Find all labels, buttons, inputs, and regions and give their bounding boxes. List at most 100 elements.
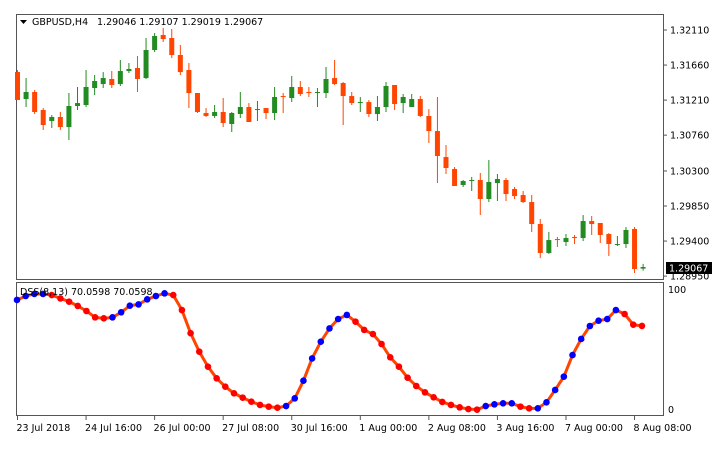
- dss-point: [439, 398, 446, 406]
- candle-body: [597, 222, 603, 235]
- dss-point: [404, 374, 411, 382]
- candle-body: [160, 34, 166, 40]
- candle-body: [572, 237, 578, 239]
- dss-point: [117, 309, 125, 316]
- trading-chart: 1.32110 1.31660 1.31210 1.30760 1.30300 1.298…: [13, 14, 712, 434]
- dss-point: [534, 405, 542, 412]
- candle-body: [417, 99, 423, 116]
- candle-body: [229, 113, 235, 125]
- candle-body: [280, 96, 286, 98]
- dss-point: [135, 301, 142, 308]
- candle-body: [486, 182, 492, 200]
- candle-body: [15, 72, 20, 101]
- time-tick-label: 2 Aug 08:00: [428, 423, 486, 434]
- candle-body: [186, 70, 192, 94]
- candle-body: [623, 230, 629, 245]
- dss-point: [213, 375, 220, 382]
- dss-point: [300, 377, 307, 385]
- dss-point: [465, 405, 472, 413]
- candle: [15, 70, 20, 101]
- time-tick-label: 23 Jul 2018: [17, 423, 71, 434]
- candle-body: [357, 102, 363, 104]
- current-price-label: 1.29067: [669, 264, 708, 275]
- candle-body: [563, 238, 569, 242]
- indicator-panel: [16, 282, 664, 416]
- candle-body: [383, 85, 389, 108]
- chart-header: GBPUSD,H4 1.29046 1.29107 1.29019 1.2906…: [20, 17, 263, 28]
- candle-body: [349, 96, 355, 104]
- current-price-marker: 1.29067: [666, 262, 712, 275]
- dss-point: [395, 363, 403, 370]
- dss-point: [586, 322, 594, 330]
- dss-point: [430, 393, 437, 401]
- dss-tick-label: 100: [668, 285, 686, 296]
- dss-point: [178, 306, 186, 314]
- time-tick-label: 3 Aug 16:00: [496, 423, 554, 434]
- candle-body: [340, 83, 346, 97]
- dss-point: [491, 401, 498, 408]
- candle-body: [23, 91, 29, 100]
- dss-point: [109, 314, 116, 321]
- candle-body: [452, 169, 458, 186]
- dss-point: [352, 318, 359, 325]
- dss-point: [577, 335, 585, 343]
- candle-body: [220, 112, 226, 123]
- dss-point: [456, 404, 463, 411]
- dss-point: [291, 395, 299, 402]
- dss-point: [265, 403, 273, 410]
- candle-body: [194, 93, 200, 113]
- dss-point: [517, 403, 524, 410]
- candle-body: [203, 113, 209, 116]
- candle: [417, 96, 423, 117]
- dss-point: [360, 326, 368, 334]
- candle-body: [237, 107, 243, 115]
- candle-body: [40, 109, 46, 126]
- candle-body: [392, 84, 398, 104]
- candle-body: [332, 78, 338, 85]
- dss-point: [543, 399, 550, 406]
- candle-body: [49, 116, 55, 122]
- candle-body: [117, 71, 123, 85]
- dss-point: [248, 398, 255, 406]
- candle-body: [640, 266, 646, 269]
- candle-body: [272, 96, 278, 114]
- time-tick-label: 1 Aug 00:00: [359, 423, 417, 434]
- symbol-label: GBPUSD,H4: [32, 17, 88, 28]
- dss-point: [65, 298, 73, 305]
- candle-body: [289, 87, 295, 98]
- candle-body: [246, 107, 252, 122]
- dss-point: [621, 310, 628, 318]
- candle: [452, 167, 458, 186]
- dss-point: [447, 401, 455, 409]
- candle-body: [263, 108, 269, 114]
- candle-body: [529, 202, 535, 225]
- candle-body: [400, 96, 406, 104]
- dss-title: DSS(8,13) 70.0598 70.0598: [20, 287, 153, 298]
- dss-point: [187, 329, 194, 337]
- candle-body: [314, 91, 320, 94]
- dss-point: [230, 390, 238, 397]
- dss-point: [74, 302, 82, 310]
- dss-point: [560, 373, 568, 380]
- price-tick-label: 1.32110: [670, 26, 709, 37]
- candle-body: [374, 107, 380, 115]
- candle-body: [297, 87, 303, 95]
- dss-point: [334, 315, 342, 323]
- candle-body: [212, 112, 218, 116]
- candle-body: [512, 189, 518, 197]
- dss-point: [126, 302, 134, 310]
- dss-point: [161, 290, 168, 297]
- ohlc-values: 1.29046 1.29107 1.29019 1.29067: [97, 17, 263, 28]
- price-axis: 1.32110 1.31660 1.31210 1.30760 1.30300 1.298…: [663, 26, 709, 283]
- dss-point: [83, 307, 90, 315]
- candle: [194, 93, 200, 114]
- dss-point: [239, 394, 246, 401]
- candle-body: [589, 221, 595, 225]
- dss-point: [100, 315, 108, 322]
- price-tick-label: 1.31210: [670, 96, 709, 107]
- dss-point: [256, 401, 264, 409]
- price-tick-label: 1.29400: [670, 237, 709, 248]
- candle: [537, 219, 543, 259]
- dss-point: [91, 314, 99, 321]
- dss-point: [169, 291, 177, 299]
